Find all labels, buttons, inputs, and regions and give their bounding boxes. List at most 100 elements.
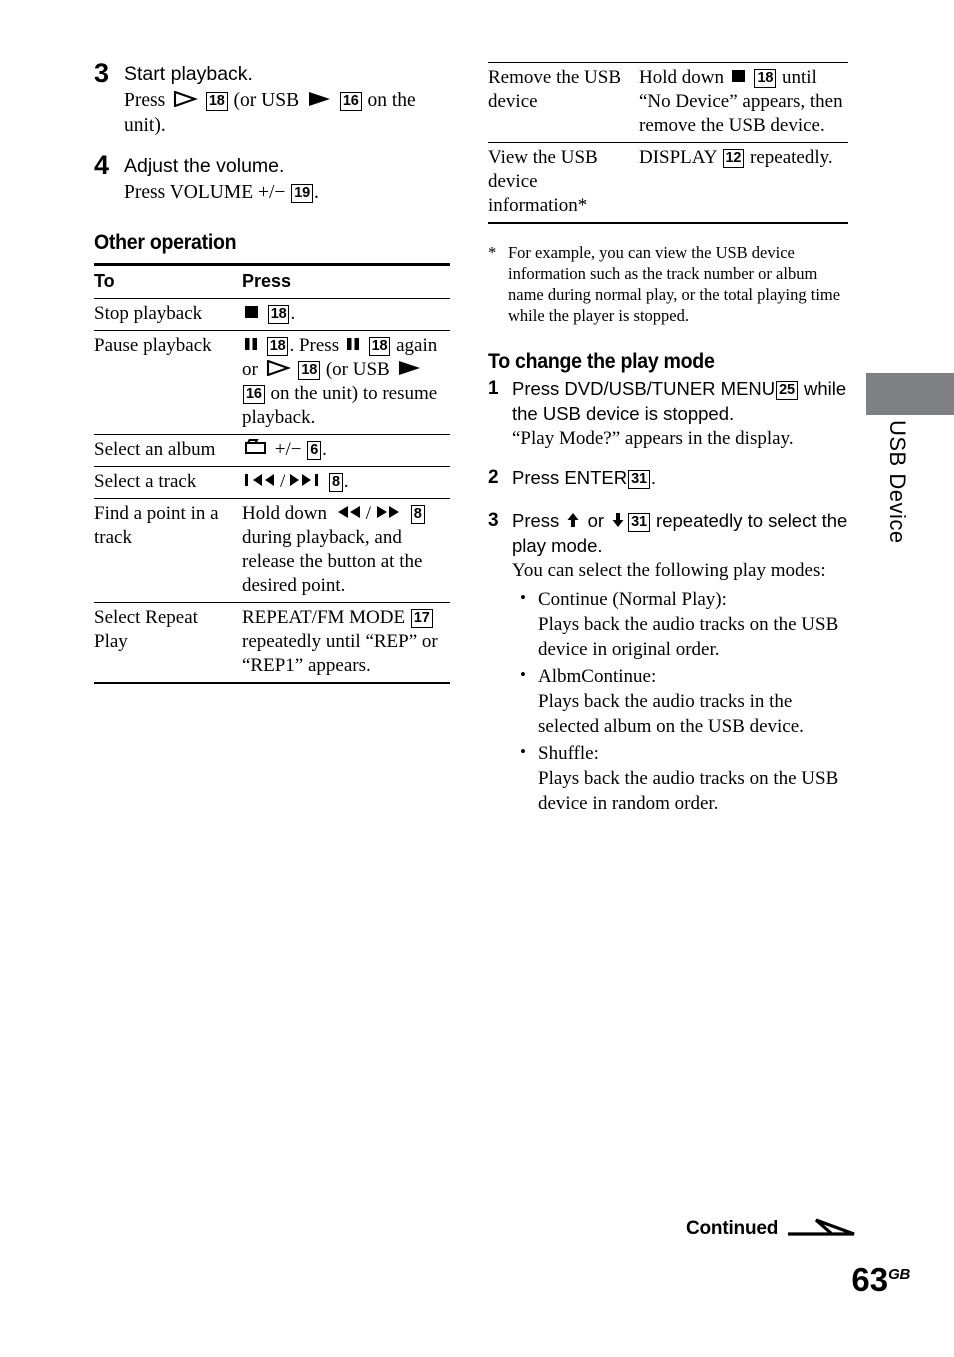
ref-12: 12 xyxy=(722,149,745,168)
table-row: Find a point in a track Hold down / 8 du… xyxy=(94,498,450,603)
chapter-tab-label: USB Device xyxy=(885,420,910,544)
view-info-text-a: DISPLAY xyxy=(639,147,717,168)
remove-usb-text-a: Hold down xyxy=(639,67,724,88)
ref-25: 25 xyxy=(776,381,798,400)
procedure-step-2-number: 2 xyxy=(488,467,499,488)
step3-text-or: or xyxy=(587,510,605,531)
ref-18-f: 18 xyxy=(754,69,777,88)
step-3-body: Start playback. Press 18 (or USB 16 on t… xyxy=(124,62,450,138)
table-row: View the USB device information* DISPLAY… xyxy=(488,142,848,224)
continued-arrow-icon xyxy=(786,1216,858,1242)
list-item: Continue (Normal Play): Plays back the a… xyxy=(520,585,848,662)
row-label-pause-playback: Pause playback xyxy=(94,330,242,435)
pause-icon xyxy=(244,336,259,352)
row-value-view-info: DISPLAY 12 repeatedly. xyxy=(639,142,848,224)
page-number: 63GB xyxy=(851,1258,910,1297)
table-row: Select an album +/− 6. xyxy=(94,434,450,467)
step3-text-b: repeatedly to select the play mode. xyxy=(512,510,848,556)
pause-icon xyxy=(346,336,361,352)
next-track-icon xyxy=(287,472,321,488)
page-region-suffix: GB xyxy=(888,1266,910,1283)
pause-text-c: (or USB xyxy=(325,359,390,380)
step-3: 3 Start playback. Press 18 (or USB 16 on… xyxy=(94,58,450,138)
step-3-number: 3 xyxy=(94,58,110,88)
table-row: Select a track / 8 . xyxy=(94,466,450,499)
row-label-select-repeat: Select Repeat Play xyxy=(94,602,242,684)
period-1: . xyxy=(290,303,296,324)
footnote: * For example, you can view the USB devi… xyxy=(488,242,848,326)
mode-desc-shuffle: Plays back the audio tracks on the USB d… xyxy=(538,768,839,814)
procedure-step-3: 3 Press or 31 repeatedly to select the p… xyxy=(488,508,848,818)
table-row: Pause playback 18. Press 18 again or 18 xyxy=(94,330,450,435)
step-3-press-label: Press xyxy=(124,90,166,111)
ref-16-a: 16 xyxy=(339,92,362,111)
list-item: Shuffle: Plays back the audio tracks on … xyxy=(520,739,848,816)
procedure-step-2-body: Press ENTER 31. xyxy=(512,465,848,490)
continued-label: Continued xyxy=(686,1218,779,1239)
table-row: Select Repeat Play REPEAT/FM MODE 17 rep… xyxy=(94,602,450,684)
step1-text-a: Press DVD/USB/TUNER MENU xyxy=(512,378,776,399)
page-number-value: 63 xyxy=(851,1261,889,1298)
stop-icon xyxy=(244,304,260,320)
pause-text-d: on the unit) to resume playback. xyxy=(242,383,438,428)
step-3-mid-text: (or USB xyxy=(233,90,300,111)
ref-17: 17 xyxy=(410,609,433,628)
row-value-find-point: Hold down / 8 during playback, and relea… xyxy=(242,498,450,603)
procedure-step-1-number: 1 xyxy=(488,378,499,399)
row-label-find-point: Find a point in a track xyxy=(94,498,242,603)
step3-text-a: Press xyxy=(512,510,560,531)
row-value-select-album: +/− 6. xyxy=(242,434,450,467)
find-point-text-a: Hold down xyxy=(242,503,327,524)
manual-page: 3 Start playback. Press 18 (or USB 16 on… xyxy=(0,0,954,1357)
fast-forward-icon xyxy=(373,504,403,520)
play-filled-icon xyxy=(396,360,422,376)
ref-18-d: 18 xyxy=(368,337,391,356)
row-value-stop-playback: 18. xyxy=(242,298,450,331)
arrow-down-icon xyxy=(611,512,625,528)
table-row: Remove the USB device Hold down 18 until… xyxy=(488,62,848,143)
row-label-view-info: View the USB device information* xyxy=(488,142,639,224)
view-info-text-b: repeatedly. xyxy=(750,147,833,168)
mode-name-albmcontinue: AlbmContinue: xyxy=(538,666,657,687)
footnote-mark: * xyxy=(488,243,497,262)
usb-device-table: Remove the USB device Hold down 18 until… xyxy=(488,62,848,224)
ref-18-a: 18 xyxy=(205,92,228,111)
left-column: 3 Start playback. Press 18 (or USB 16 on… xyxy=(94,58,450,684)
procedure-step-3-number: 3 xyxy=(488,510,499,531)
pause-text-a: . Press xyxy=(289,335,340,356)
step-4-press-label: Press VOLUME +/− xyxy=(124,182,286,203)
row-value-remove-usb: Hold down 18 until “No Device” appears, … xyxy=(639,62,848,143)
row-label-select-track: Select a track xyxy=(94,466,242,499)
play-mode-heading: To change the play mode xyxy=(488,350,715,373)
find-point-text-b: during playback, and release the button … xyxy=(242,527,423,596)
column-header-to: To xyxy=(94,264,242,299)
folder-icon xyxy=(244,438,268,456)
chapter-tab-block xyxy=(866,373,954,415)
footnote-text: For example, you can view the USB device… xyxy=(508,243,841,325)
arrow-up-icon xyxy=(566,512,580,528)
table-header-row: To Press xyxy=(94,264,450,299)
play-outline-icon xyxy=(265,360,291,376)
step2-text-a: Press ENTER xyxy=(512,467,628,488)
step-4-body: Adjust the volume. Press VOLUME +/− 19. xyxy=(124,154,450,205)
ref-8-a: 8 xyxy=(329,473,343,492)
play-mode-list: Continue (Normal Play): Plays back the a… xyxy=(512,585,848,816)
step-4-title: Adjust the volume. xyxy=(124,155,285,177)
procedure-step-1-body: Press DVD/USB/TUNER MENU 25 while the USB… xyxy=(512,376,848,451)
step-4-instruction: Press VOLUME +/− 19. xyxy=(124,180,450,205)
row-label-stop-playback: Stop playback xyxy=(94,298,242,331)
ref-18-e: 18 xyxy=(298,361,321,380)
mode-desc-albmcontinue: Plays back the audio tracks in the selec… xyxy=(538,691,804,737)
right-column: Remove the USB device Hold down 18 until… xyxy=(488,62,848,832)
step-3-title: Start playback. xyxy=(124,63,253,85)
ref-18-c: 18 xyxy=(266,337,289,356)
ref-18-b: 18 xyxy=(267,305,290,324)
play-filled-icon xyxy=(306,91,332,107)
step-3-instruction: Press 18 (or USB 16 on the unit). xyxy=(124,88,450,138)
mode-name-continue: Continue (Normal Play): xyxy=(538,589,727,610)
column-header-press: Press xyxy=(242,264,450,299)
mode-desc-continue: Plays back the audio tracks on the USB d… xyxy=(538,614,839,660)
procedure-step-3-body: Press or 31 repeatedly to select the pla… xyxy=(512,508,848,818)
step3-note: You can select the following play modes: xyxy=(512,560,826,581)
row-label-remove-usb: Remove the USB device xyxy=(488,62,639,143)
